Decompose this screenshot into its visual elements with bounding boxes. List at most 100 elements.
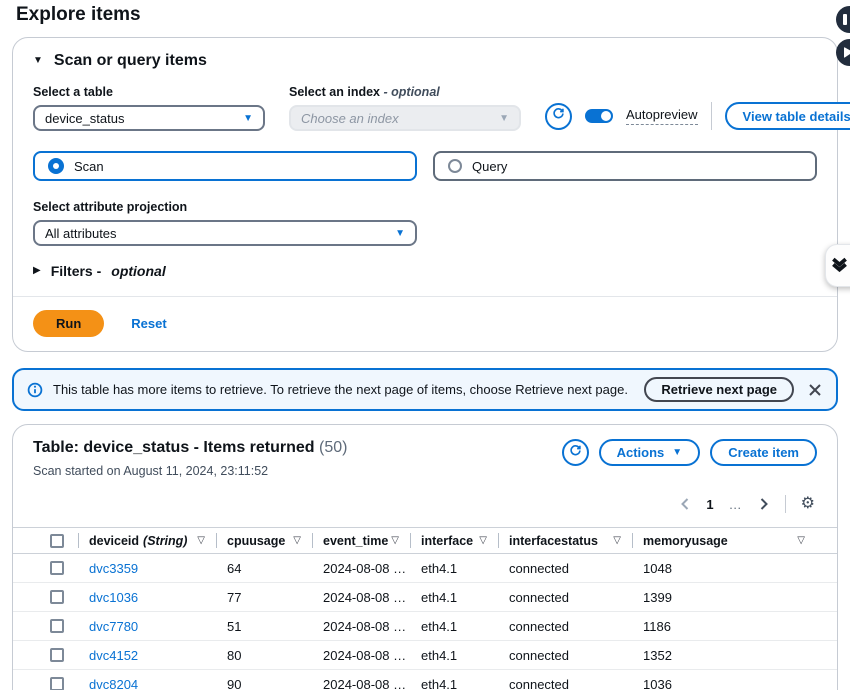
cell-deviceid: dvc7780 <box>79 619 217 634</box>
table-row: dvc3359642024-08-08 …eth4.1connected1048 <box>13 554 837 583</box>
refresh-icon <box>552 107 565 125</box>
create-item-button[interactable]: Create item <box>710 439 817 466</box>
cell-event_time: 2024-08-08 … <box>313 561 411 576</box>
cell-cpuusage: 77 <box>217 590 313 605</box>
run-button[interactable]: Run <box>33 310 104 337</box>
item-link[interactable]: dvc1036 <box>89 590 138 605</box>
column-header-interface[interactable]: interface ▽ <box>411 528 499 553</box>
previous-page-arrow-icon[interactable] <box>679 497 691 511</box>
query-radio-tile[interactable]: Query <box>433 151 817 181</box>
scan-radio-tile[interactable]: Scan <box>33 151 417 181</box>
column-header-deviceid[interactable]: deviceid (String) ▽ <box>79 528 217 553</box>
chevron-down-icon: ▼ <box>395 228 405 239</box>
cell-deviceid: dvc8204 <box>79 677 217 690</box>
column-header-cpuusage[interactable]: cpuusage▽ <box>217 528 313 553</box>
expand-caret-icon: ▶ <box>33 266 41 276</box>
items-count: (50) <box>319 439 347 456</box>
cell-memoryusage: 1186 <box>633 619 817 634</box>
cell-interface: eth4.1 <box>411 619 499 634</box>
cell-interface: eth4.1 <box>411 561 499 576</box>
refresh-results-button[interactable] <box>562 439 589 466</box>
cell-deviceid: dvc4152 <box>79 648 217 663</box>
page-number[interactable]: 1 <box>706 497 713 512</box>
cell-cpuusage: 80 <box>217 648 313 663</box>
banner-message: This table has more items to retrieve. T… <box>53 382 634 397</box>
view-table-details-button[interactable]: View table details <box>725 102 850 130</box>
sort-icon[interactable]: ▽ <box>293 535 301 546</box>
column-label: deviceid <box>89 534 139 548</box>
table-select-value: device_status <box>45 111 125 126</box>
actions-button[interactable]: Actions ▼ <box>599 439 701 466</box>
cell-event_time: 2024-08-08 … <box>313 590 411 605</box>
row-checkbox-cell <box>35 641 79 669</box>
cell-interface: eth4.1 <box>411 590 499 605</box>
row-checkbox-cell <box>35 554 79 582</box>
select-all-cell <box>35 528 79 553</box>
row-checkbox-cell <box>35 583 79 611</box>
pagination-ellipsis[interactable]: … <box>729 497 743 512</box>
next-page-arrow-icon[interactable] <box>758 497 770 511</box>
divider <box>785 495 786 513</box>
sort-icon[interactable]: ▽ <box>797 535 805 546</box>
index-select[interactable]: Choose an index ▼ <box>289 105 521 131</box>
column-header-event_time[interactable]: event_time▽ <box>313 528 411 553</box>
row-checkbox[interactable] <box>50 561 64 575</box>
column-header-memoryusage[interactable]: memoryusage▽ <box>633 528 817 553</box>
autopreview-label[interactable]: Autopreview <box>626 107 698 125</box>
row-checkbox[interactable] <box>50 619 64 633</box>
table-row: dvc7780512024-08-08 …eth4.1connected1186 <box>13 612 837 641</box>
double-chevron-down-icon <box>830 254 849 278</box>
projection-select[interactable]: All attributes ▼ <box>33 220 417 246</box>
expand-panel-tab[interactable] <box>825 244 850 287</box>
sort-icon[interactable]: ▽ <box>479 535 487 546</box>
sort-icon[interactable]: ▽ <box>613 535 621 546</box>
column-type: (String) <box>143 534 187 548</box>
item-link[interactable]: dvc7780 <box>89 619 138 634</box>
floating-widget-badge-bottom[interactable] <box>836 39 850 66</box>
row-checkbox[interactable] <box>50 590 64 604</box>
table-select[interactable]: device_status ▼ <box>33 105 265 131</box>
row-checkbox[interactable] <box>50 648 64 662</box>
row-checkbox[interactable] <box>50 677 64 690</box>
collapse-caret-icon[interactable]: ▼ <box>33 56 43 66</box>
item-link[interactable]: dvc3359 <box>89 561 138 576</box>
radio-unchecked-icon <box>448 159 462 173</box>
cell-deviceid: dvc3359 <box>79 561 217 576</box>
filters-expander[interactable]: ▶ Filters - optional <box>33 263 817 279</box>
cell-interfacestatus: connected <box>499 619 633 634</box>
column-header-interfacestatus[interactable]: interfacestatus ▽ <box>499 528 633 553</box>
reset-link[interactable]: Reset <box>131 316 166 331</box>
select-all-checkbox[interactable] <box>50 534 64 548</box>
retrieve-next-page-button[interactable]: Retrieve next page <box>644 377 794 402</box>
gear-icon[interactable]: ⚙ <box>801 496 815 512</box>
row-checkbox-cell <box>35 612 79 640</box>
item-link[interactable]: dvc4152 <box>89 648 138 663</box>
floating-widget-badge-top[interactable] <box>836 6 850 33</box>
index-select-label: Select an index - optional <box>289 85 521 99</box>
scan-radio-label: Scan <box>74 159 104 174</box>
sort-icon[interactable]: ▽ <box>197 535 205 546</box>
cell-memoryusage: 1352 <box>633 648 817 663</box>
info-icon <box>27 382 43 398</box>
projection-label: Select attribute projection <box>33 200 817 214</box>
cell-interfacestatus: connected <box>499 677 633 690</box>
sort-icon[interactable]: ▽ <box>391 535 399 546</box>
cell-memoryusage: 1399 <box>633 590 817 605</box>
info-banner: This table has more items to retrieve. T… <box>12 368 838 411</box>
projection-value: All attributes <box>45 226 117 241</box>
divider <box>711 102 712 130</box>
table-header-row: deviceid(String)▽cpuusage▽event_time▽int… <box>13 527 837 554</box>
query-radio-label: Query <box>472 159 507 174</box>
cell-event_time: 2024-08-08 … <box>313 677 411 690</box>
item-link[interactable]: dvc8204 <box>89 677 138 690</box>
cell-deviceid: dvc1036 <box>79 590 217 605</box>
column-label: interface <box>421 534 473 548</box>
column-label: interfacestatus <box>509 534 598 548</box>
cell-interface: eth4.1 <box>411 677 499 690</box>
autopreview-toggle[interactable] <box>585 109 613 123</box>
close-icon[interactable] <box>808 383 822 397</box>
results-title: Table: device_status - Items returned (5… <box>33 439 347 457</box>
chevron-down-icon: ▼ <box>672 447 682 458</box>
refresh-icon <box>569 444 582 462</box>
refresh-button[interactable] <box>545 103 572 130</box>
